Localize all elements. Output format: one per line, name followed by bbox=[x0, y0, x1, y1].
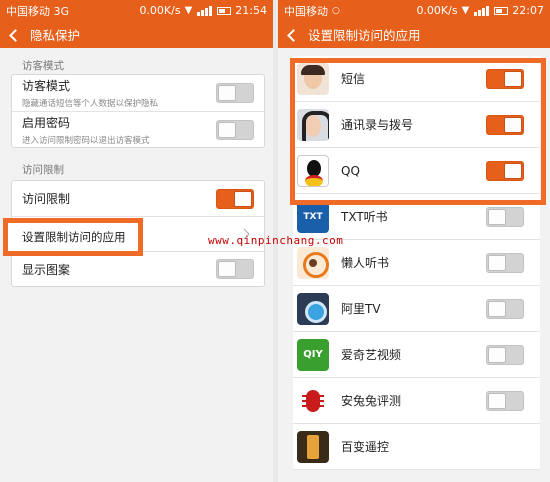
wifi-icon: ▼ bbox=[461, 5, 470, 16]
app-name: 短信 bbox=[341, 72, 366, 86]
guest-mode-toggle[interactable] bbox=[216, 83, 254, 103]
watermark: www.qinpinchang.com bbox=[208, 234, 344, 247]
sms-avatar-icon bbox=[297, 62, 329, 95]
antutu-icon bbox=[297, 384, 329, 417]
password-desc: 进入访问限制密码以退出访客模式 bbox=[22, 135, 150, 146]
app-row-iqiyi[interactable]: QIY 爱奇艺视频 bbox=[293, 332, 540, 378]
app-name: 百变遥控 bbox=[341, 440, 390, 454]
app-row-remote[interactable]: 百变遥控 bbox=[293, 424, 540, 470]
show-pattern-row[interactable]: 显示图案 bbox=[12, 251, 264, 286]
clock: 21:54 bbox=[235, 4, 267, 17]
battery-icon bbox=[217, 6, 232, 15]
app-name: 爱奇艺视频 bbox=[341, 348, 402, 362]
back-arrow-icon[interactable] bbox=[6, 26, 24, 44]
back-arrow-icon[interactable] bbox=[284, 26, 302, 44]
show-pattern-toggle[interactable] bbox=[216, 259, 254, 279]
restrict-toggle[interactable] bbox=[216, 188, 254, 209]
iqiyi-icon: QIY bbox=[297, 338, 329, 371]
show-pattern-label: 显示图案 bbox=[22, 262, 71, 277]
chat-bubble-icon: ○ bbox=[332, 5, 340, 16]
password-toggle[interactable] bbox=[216, 119, 254, 140]
battery-icon bbox=[494, 6, 509, 15]
guest-mode-row[interactable]: 访客模式 隐藏通话短信等个人数据以保护隐私 bbox=[12, 75, 264, 111]
guest-mode-desc: 隐藏通话短信等个人数据以保护隐私 bbox=[22, 99, 159, 109]
app-toggle[interactable] bbox=[486, 160, 524, 181]
app-list: 短信 通讯录与拨号 QQ TXT TXT听书 懒人听书 阿里TV QIY 爱奇艺… bbox=[293, 56, 540, 470]
app-toggle[interactable] bbox=[486, 390, 524, 411]
ali-tv-icon bbox=[297, 292, 329, 325]
app-toggle[interactable] bbox=[486, 68, 524, 89]
guest-card: 访客模式 隐藏通话短信等个人数据以保护隐私 启用密码 进入访问限制密码以退出访客… bbox=[11, 74, 265, 148]
app-toggle[interactable] bbox=[486, 252, 524, 273]
contacts-avatar-icon bbox=[297, 108, 329, 141]
network-speed: 0.00K/s bbox=[416, 4, 458, 17]
title-bar: 设置限制访问的应用 bbox=[278, 21, 550, 48]
section-header-restrict: 访问限制 bbox=[22, 164, 64, 176]
app-name: TXT听书 bbox=[341, 210, 388, 224]
section-header-guest: 访客模式 bbox=[22, 60, 64, 72]
app-toggle[interactable] bbox=[486, 344, 524, 365]
signal-icon bbox=[197, 5, 213, 16]
restrict-row[interactable]: 访问限制 bbox=[12, 181, 264, 216]
app-toggle[interactable] bbox=[486, 298, 524, 319]
wifi-icon: ▼ bbox=[184, 5, 193, 16]
app-toggle[interactable] bbox=[486, 114, 524, 135]
status-bar: 中国移动 3G 0.00K/s ▼ 21:54 bbox=[0, 0, 273, 21]
signal-icon bbox=[474, 5, 490, 16]
app-row-alitv[interactable]: 阿里TV bbox=[293, 286, 540, 332]
password-label: 启用密码 bbox=[22, 115, 71, 130]
txt-book-icon: TXT bbox=[297, 200, 329, 233]
app-name: 阿里TV bbox=[341, 302, 381, 316]
password-row[interactable]: 启用密码 进入访问限制密码以退出访客模式 bbox=[12, 111, 264, 147]
headphones-icon bbox=[297, 246, 329, 279]
status-bar: 中国移动 ○ 0.00K/s ▼ 22:07 bbox=[278, 0, 550, 21]
qq-penguin-icon bbox=[297, 154, 329, 187]
restrict-label: 访问限制 bbox=[22, 192, 71, 206]
app-name: 懒人听书 bbox=[341, 256, 390, 270]
set-apps-highlight-label: 设置限制访问的应用 bbox=[22, 230, 126, 244]
app-row-sms[interactable]: 短信 bbox=[293, 56, 540, 102]
page-title: 隐私保护 bbox=[30, 28, 81, 43]
app-row-contacts[interactable]: 通讯录与拨号 bbox=[293, 102, 540, 148]
app-toggle[interactable] bbox=[486, 206, 524, 227]
app-name: 安兔兔评测 bbox=[341, 394, 402, 408]
carrier-label: 中国移动 3G bbox=[6, 4, 70, 18]
set-apps-highlight[interactable]: 设置限制访问的应用 bbox=[3, 218, 143, 256]
app-row-antutu[interactable]: 安兔兔评测 bbox=[293, 378, 540, 424]
carrier-label: 中国移动 bbox=[284, 4, 328, 18]
remote-icon bbox=[297, 430, 329, 463]
app-name: QQ bbox=[341, 163, 360, 178]
app-row-qq[interactable]: QQ bbox=[293, 148, 540, 194]
app-name: 通讯录与拨号 bbox=[341, 118, 414, 132]
network-speed: 0.00K/s bbox=[139, 4, 181, 17]
page-title: 设置限制访问的应用 bbox=[308, 28, 421, 43]
title-bar: 隐私保护 bbox=[0, 21, 273, 48]
guest-mode-label: 访客模式 bbox=[22, 79, 71, 93]
clock: 22:07 bbox=[512, 4, 544, 17]
